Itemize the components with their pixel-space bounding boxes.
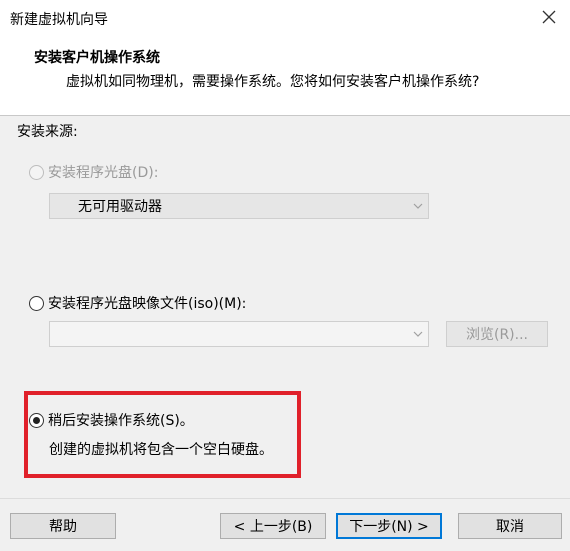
chevron-down-icon: [408, 322, 428, 346]
wizard-header: 安装客户机操作系统 虚拟机如同物理机，需要操作系统。您将如何安装客户机操作系统?: [0, 38, 570, 116]
drive-select[interactable]: 无可用驱动器: [49, 193, 429, 219]
footer-divider: [0, 498, 570, 499]
close-icon[interactable]: [538, 6, 560, 28]
radio-iso-image[interactable]: 安装程序光盘映像文件(iso)(M):: [29, 293, 246, 313]
title-bar: 新建虚拟机向导: [0, 0, 570, 38]
chevron-down-icon: [408, 194, 428, 218]
radio-circle: [29, 164, 44, 180]
help-button[interactable]: 帮助: [10, 513, 116, 539]
highlight-box: [24, 391, 301, 478]
radio-iso-image-label: 安装程序光盘映像文件(iso)(M):: [48, 296, 247, 312]
install-source-label: 安装来源:: [17, 124, 78, 140]
header-title: 安装客户机操作系统: [34, 50, 160, 66]
radio-circle: [29, 295, 44, 311]
browse-button[interactable]: 浏览(R)...: [446, 321, 548, 347]
header-subtitle: 虚拟机如同物理机，需要操作系统。您将如何安装客户机操作系统?: [66, 74, 480, 90]
radio-installer-disc[interactable]: 安装程序光盘(D):: [29, 162, 158, 182]
radio-installer-disc-label: 安装程序光盘(D):: [48, 165, 159, 181]
back-button[interactable]: < 上一步(B): [220, 513, 326, 539]
cancel-button[interactable]: 取消: [458, 513, 562, 539]
drive-select-value: 无可用驱动器: [78, 199, 162, 215]
iso-path-select[interactable]: [49, 321, 429, 347]
window-title: 新建虚拟机向导: [10, 12, 108, 28]
next-button[interactable]: 下一步(N) >: [336, 513, 442, 539]
